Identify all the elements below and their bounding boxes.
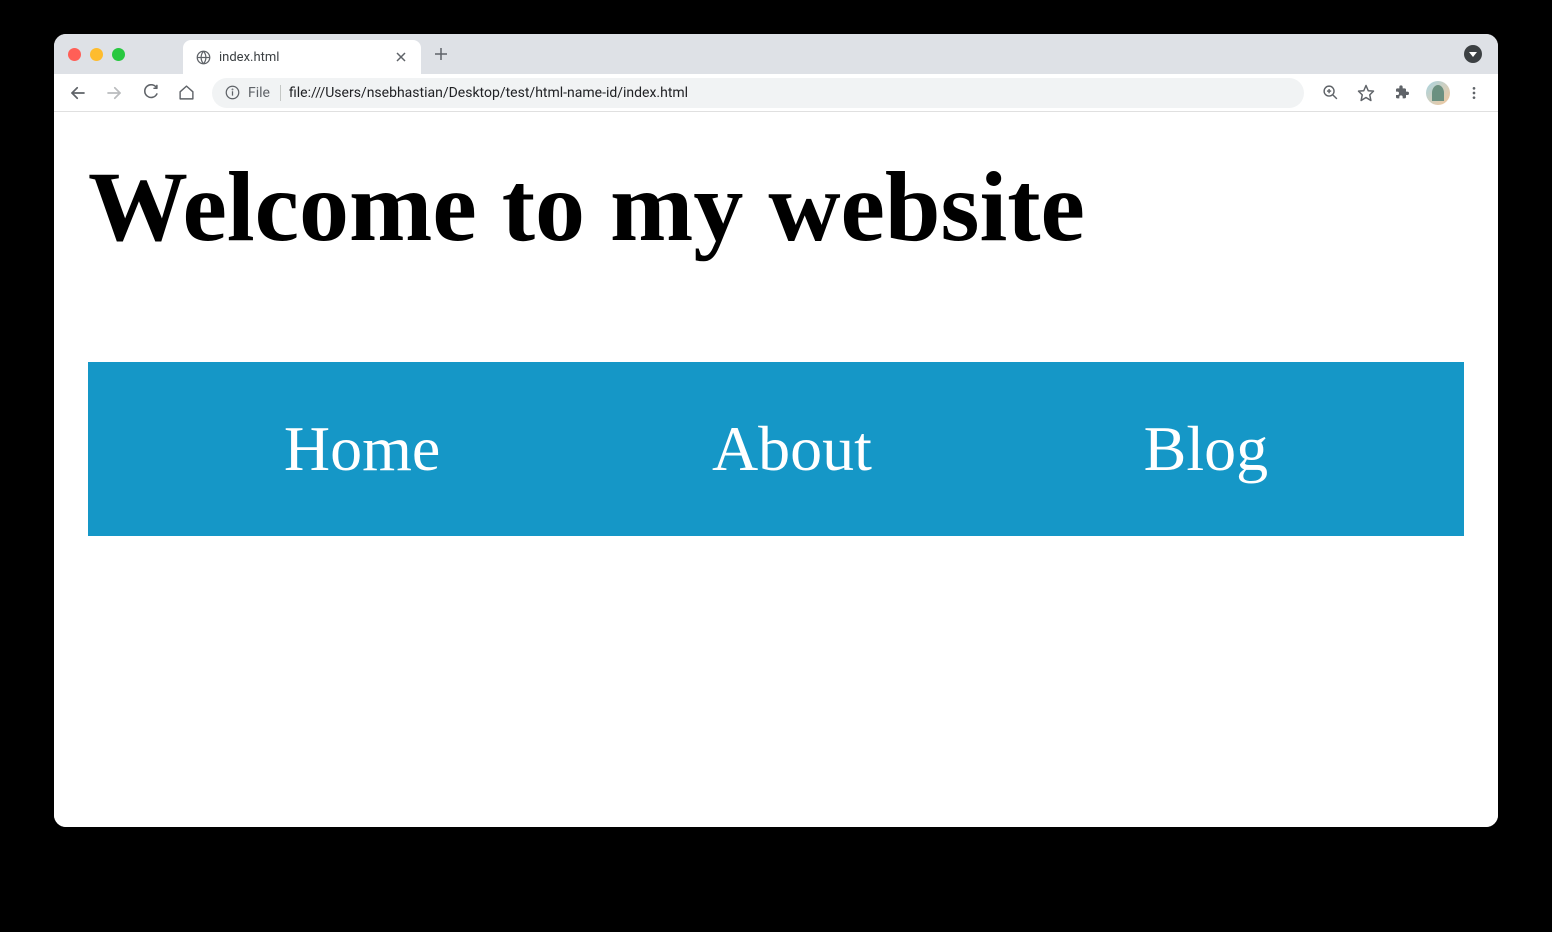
tabs-dropdown-button[interactable] [1464, 45, 1482, 63]
info-icon[interactable] [224, 85, 240, 101]
avatar-image [1432, 85, 1444, 101]
reload-button[interactable] [134, 77, 166, 109]
url-scheme: File [248, 85, 281, 101]
nav-link-home[interactable]: Home [284, 412, 440, 486]
zoom-button[interactable] [1314, 77, 1346, 109]
browser-tab[interactable]: index.html [183, 40, 421, 74]
menu-button[interactable] [1458, 77, 1490, 109]
page-heading: Welcome to my website [88, 152, 1464, 262]
globe-icon [195, 49, 211, 65]
browser-toolbar: File file:///Users/nsebhastian/Desktop/t… [54, 74, 1498, 112]
forward-button[interactable] [98, 77, 130, 109]
minimize-window-button[interactable] [90, 48, 103, 61]
url-text: file:///Users/nsebhastian/Desktop/test/h… [289, 85, 1292, 101]
nav-link-blog[interactable]: Blog [1144, 412, 1268, 486]
tab-bar: index.html [54, 34, 1498, 74]
new-tab-button[interactable] [427, 40, 455, 68]
tab-title: index.html [219, 50, 385, 65]
home-button[interactable] [170, 77, 202, 109]
profile-avatar[interactable] [1426, 81, 1450, 105]
window-controls [68, 48, 125, 61]
browser-window: index.html [54, 34, 1498, 827]
maximize-window-button[interactable] [112, 48, 125, 61]
back-button[interactable] [62, 77, 94, 109]
bookmark-button[interactable] [1350, 77, 1382, 109]
address-bar[interactable]: File file:///Users/nsebhastian/Desktop/t… [212, 78, 1304, 108]
close-window-button[interactable] [68, 48, 81, 61]
close-tab-button[interactable] [393, 49, 409, 65]
nav-bar: Home About Blog [88, 362, 1464, 536]
nav-link-about[interactable]: About [712, 412, 872, 486]
page-content: Welcome to my website Home About Blog [54, 112, 1498, 827]
extensions-button[interactable] [1386, 77, 1418, 109]
tab-bar-right [1464, 45, 1490, 63]
